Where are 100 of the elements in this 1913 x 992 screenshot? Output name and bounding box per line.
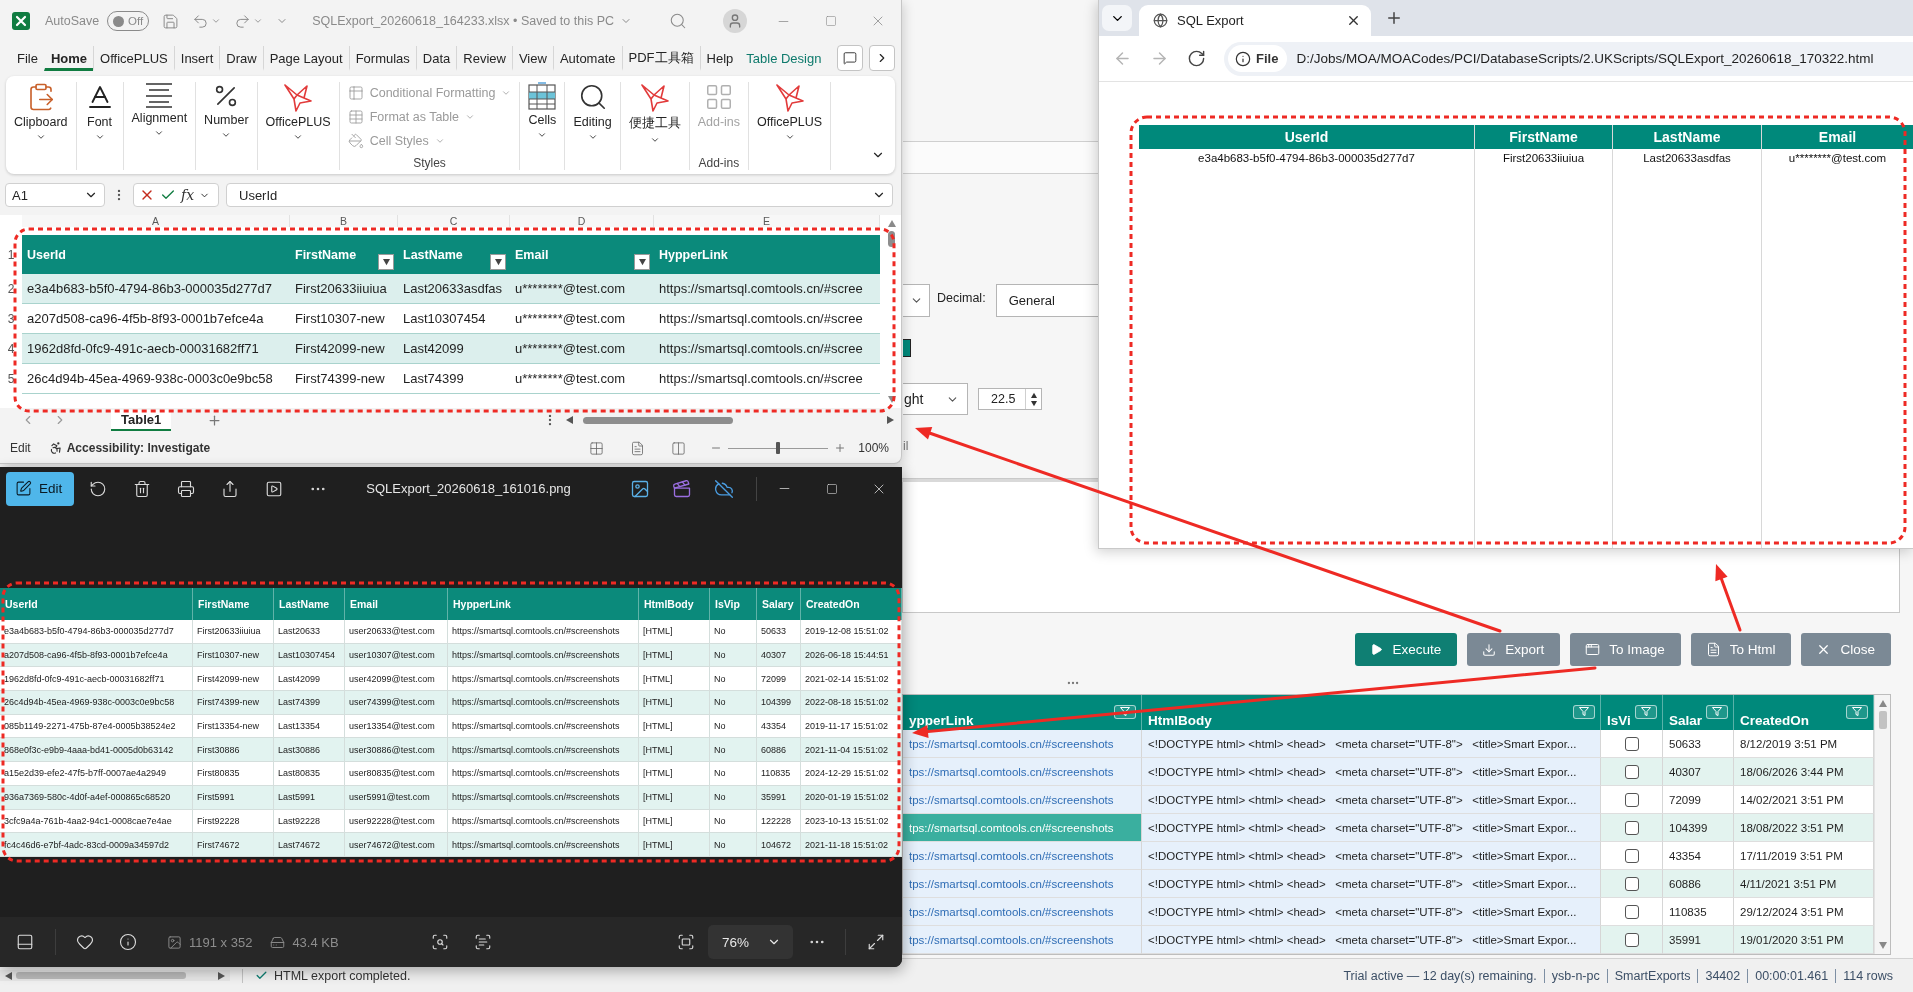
slideshow-icon[interactable]: [265, 479, 284, 498]
zoom-dropdown[interactable]: 76%: [708, 925, 793, 959]
menu-tab[interactable]: Formulas: [348, 45, 416, 71]
scroll-down-icon[interactable]: [887, 396, 896, 404]
redo-icon[interactable]: [234, 12, 252, 30]
checkbox[interactable]: [1624, 820, 1639, 835]
checkbox[interactable]: [1624, 876, 1639, 891]
cloud-off-icon[interactable]: [714, 478, 734, 499]
checkbox[interactable]: [1624, 764, 1639, 779]
ribbon-button[interactable]: 便捷工具: [628, 82, 681, 145]
formula-field[interactable]: UserId: [226, 183, 893, 207]
color-swatch[interactable]: [903, 339, 911, 357]
edit-button[interactable]: Edit: [6, 471, 75, 506]
to-html-button[interactable]: To Html: [1690, 633, 1792, 666]
print-icon[interactable]: [177, 479, 196, 498]
comments-button[interactable]: [837, 45, 863, 71]
menu-tab[interactable]: Draw: [219, 45, 263, 71]
normal-view-icon[interactable]: [589, 440, 605, 456]
menu-tab[interactable]: Page Layout: [262, 45, 349, 71]
more-tabs-button[interactable]: [869, 45, 895, 71]
info-icon[interactable]: [119, 933, 137, 951]
scroll-up-icon[interactable]: [1878, 699, 1887, 707]
menu-tab[interactable]: OfficePLUS: [93, 45, 174, 71]
column-header[interactable]: Salar: [1669, 713, 1703, 728]
filmstrip-icon[interactable]: [16, 933, 34, 951]
visual-search-icon[interactable]: [430, 933, 449, 951]
checkbox[interactable]: [1624, 932, 1639, 947]
spin-down-icon[interactable]: [1030, 400, 1037, 407]
link-cell[interactable]: tps://smartsql.comtools.cn/#screenshots: [903, 870, 1142, 898]
expand-icon[interactable]: [867, 933, 885, 951]
checkbox[interactable]: [1624, 848, 1639, 863]
ribbon-button[interactable]: Cells: [528, 82, 557, 140]
undo-icon[interactable]: [192, 12, 210, 30]
scroll-right-icon[interactable]: [887, 416, 895, 424]
ribbon-button[interactable]: OfficePLUS: [265, 82, 331, 142]
column-letter[interactable]: A: [22, 215, 290, 227]
column-letter[interactable]: D: [510, 215, 654, 227]
ribbon-button[interactable]: Alignment: [131, 82, 188, 138]
page-layout-icon[interactable]: [630, 440, 646, 456]
menu-tab[interactable]: Help: [699, 45, 740, 71]
menu-tab[interactable]: File: [10, 45, 44, 71]
scroll-left-icon[interactable]: [565, 416, 573, 424]
column-letter[interactable]: B: [290, 215, 398, 227]
favorite-icon[interactable]: [76, 933, 94, 951]
search-icon[interactable]: [669, 12, 687, 30]
menu-tab[interactable]: Table Design: [739, 45, 828, 71]
fit-to-window-icon[interactable]: [677, 933, 695, 951]
new-tab-icon[interactable]: [1385, 9, 1403, 27]
horizontal-scrollbar[interactable]: [0, 970, 230, 981]
save-icon[interactable]: [162, 12, 180, 30]
site-info-button[interactable]: File: [1228, 45, 1288, 72]
video-editor-icon[interactable]: [672, 478, 692, 499]
scrollbar-thumb[interactable]: [1878, 711, 1887, 729]
scan-text-icon[interactable]: [473, 933, 492, 951]
alignment-dropdown[interactable]: ght: [903, 383, 968, 415]
ribbon-button[interactable]: Number: [204, 82, 249, 140]
zoom-in-icon[interactable]: [834, 442, 847, 454]
menu-tab[interactable]: Insert: [173, 45, 220, 71]
accessibility-status[interactable]: Accessibility: Investigate: [66, 441, 211, 455]
reload-icon[interactable]: [1187, 49, 1206, 68]
scroll-left-icon[interactable]: [4, 971, 12, 980]
column-letter[interactable]: C: [398, 215, 510, 227]
menu-tab[interactable]: Review: [456, 45, 512, 71]
scroll-right-icon[interactable]: [218, 971, 226, 980]
zoom-slider-thumb[interactable]: [776, 442, 781, 454]
filter-button[interactable]: [634, 254, 650, 270]
rotate-icon[interactable]: [89, 479, 108, 498]
link-cell[interactable]: tps://smartsql.comtools.cn/#screenshots: [903, 758, 1142, 786]
to-image-button[interactable]: To Image: [1570, 633, 1681, 666]
close-icon[interactable]: [1346, 13, 1361, 28]
delete-icon[interactable]: [133, 479, 152, 498]
vertical-scrollbar[interactable]: [1874, 695, 1890, 954]
execute-button[interactable]: Execute: [1355, 633, 1458, 666]
ribbon-button[interactable]: Font: [84, 82, 115, 142]
sheet-tab[interactable]: Table1: [111, 409, 172, 431]
scrollbar-thumb[interactable]: [888, 231, 895, 247]
menu-tab[interactable]: Automate: [552, 45, 622, 71]
zoom-level[interactable]: 100%: [858, 441, 889, 455]
filter-button[interactable]: [378, 254, 394, 270]
address-bar[interactable]: File D:/Jobs/MOA/MOACodes/PCI/DatabaseScripts/2.UKScripts/SQLExport_20260618_170322.html: [1224, 41, 1913, 76]
ribbon-button[interactable]: OfficePLUS: [757, 82, 823, 142]
link-cell[interactable]: tps://smartsql.comtools.cn/#screenshots: [903, 842, 1142, 870]
menu-tab[interactable]: View: [511, 45, 553, 71]
link-cell[interactable]: tps://smartsql.comtools.cn/#screenshots: [903, 786, 1142, 814]
spin-up-icon[interactable]: [1030, 391, 1037, 398]
scrollbar-thumb[interactable]: [583, 416, 733, 424]
photo-app-icon[interactable]: [630, 478, 650, 499]
column-header[interactable]: CreatedOn: [1740, 713, 1810, 728]
name-box[interactable]: A1: [5, 183, 105, 207]
page-break-icon[interactable]: [671, 440, 687, 456]
scrollbar-thumb[interactable]: [16, 972, 186, 979]
column-header[interactable]: ypperLink: [909, 713, 974, 728]
scroll-up-icon[interactable]: [887, 219, 896, 227]
browser-tab[interactable]: SQL Export: [1139, 5, 1371, 36]
link-cell[interactable]: tps://smartsql.comtools.cn/#screenshots: [903, 926, 1142, 954]
checkbox[interactable]: [1624, 904, 1639, 919]
horizontal-scrollbar[interactable]: [565, 414, 895, 426]
avatar-icon[interactable]: [723, 9, 747, 33]
size-spinner[interactable]: 22.5: [978, 388, 1042, 410]
link-cell[interactable]: tps://smartsql.comtools.cn/#screenshots: [903, 730, 1142, 758]
